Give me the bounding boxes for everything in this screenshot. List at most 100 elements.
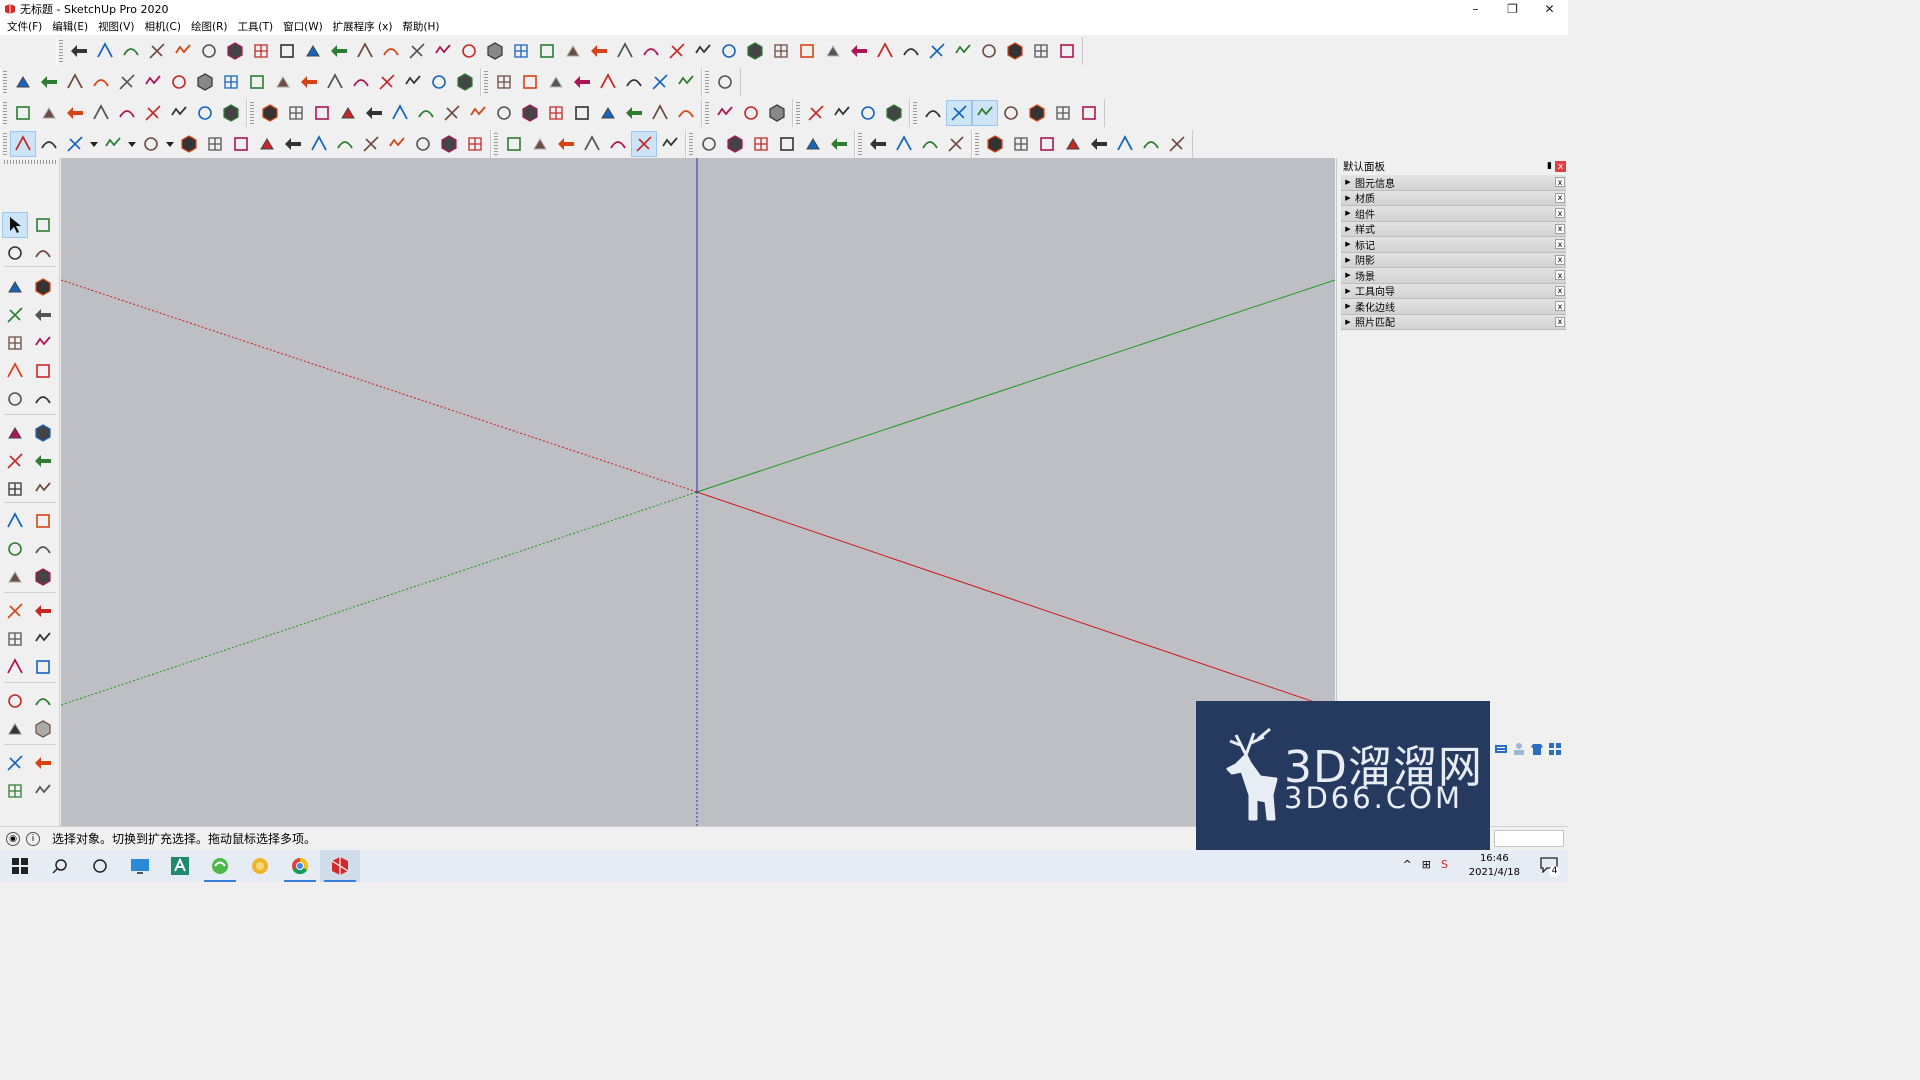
menu-edit[interactable]: 编辑(E) xyxy=(47,19,93,34)
select-tool-icon[interactable] xyxy=(2,212,28,238)
arrow-tool-icon[interactable] xyxy=(586,38,612,64)
line-tool-icon[interactable] xyxy=(62,69,88,95)
push-tool-icon[interactable] xyxy=(2,716,28,742)
curve-tool-icon[interactable] xyxy=(657,131,683,157)
toolbar-grip[interactable] xyxy=(858,132,862,155)
push-tool-icon[interactable] xyxy=(335,100,361,126)
tray-item-materials[interactable]: ▶ 材质 x xyxy=(1341,190,1566,206)
rect-tool-icon[interactable] xyxy=(1076,100,1102,126)
component-icon[interactable] xyxy=(742,38,768,64)
grid-tool-icon[interactable] xyxy=(248,38,274,64)
line-tool-icon[interactable] xyxy=(88,100,114,126)
tray-item-close-icon[interactable]: x xyxy=(1555,301,1565,311)
circle-tool-icon[interactable] xyxy=(2,386,28,412)
push-tool-icon[interactable] xyxy=(2,274,28,300)
cross-tool-icon[interactable] xyxy=(374,69,400,95)
circle-tool-icon[interactable] xyxy=(976,38,1002,64)
grid-icon[interactable] xyxy=(1548,742,1562,756)
component-icon[interactable] xyxy=(30,716,56,742)
grid-tool-icon[interactable] xyxy=(2,626,28,652)
curve-tool-icon[interactable] xyxy=(140,69,166,95)
arrow-tool-icon[interactable] xyxy=(826,131,852,157)
arc-tool-icon[interactable] xyxy=(88,69,114,95)
minimize-button[interactable]: – xyxy=(1457,0,1494,18)
close-button[interactable]: ✕ xyxy=(1531,0,1568,18)
push-tool-icon[interactable] xyxy=(300,38,326,64)
component-icon[interactable] xyxy=(517,100,543,126)
arc-tool-icon[interactable] xyxy=(30,386,56,412)
tray-item-close-icon[interactable]: x xyxy=(1555,285,1565,296)
keyboard-icon[interactable] xyxy=(1494,742,1508,756)
user-icon[interactable] xyxy=(1512,742,1526,756)
line-tool-icon[interactable] xyxy=(891,131,917,157)
taskbar-app-computer[interactable] xyxy=(120,850,160,882)
curve-tool-icon[interactable] xyxy=(430,38,456,64)
rect-tool-icon[interactable] xyxy=(1054,38,1080,64)
component-icon[interactable] xyxy=(257,100,283,126)
toolbar-grip[interactable] xyxy=(59,39,63,62)
arc-tool-icon[interactable] xyxy=(413,100,439,126)
arc-tool-icon[interactable] xyxy=(332,131,358,157)
circle-tool-icon[interactable] xyxy=(196,38,222,64)
tray-close-button[interactable]: x xyxy=(1555,161,1566,172)
arc-tool-icon[interactable] xyxy=(673,100,699,126)
circle-tool-icon[interactable] xyxy=(192,100,218,126)
curve-tool-icon[interactable] xyxy=(400,69,426,95)
circle-tool-icon[interactable] xyxy=(2,240,28,266)
tray-item-tags[interactable]: ▶ 标记 x xyxy=(1341,237,1566,253)
grid-tool-icon[interactable] xyxy=(202,131,228,157)
component-icon[interactable] xyxy=(1024,100,1050,126)
rect-tool-icon[interactable] xyxy=(10,100,36,126)
circle-tool-icon[interactable] xyxy=(855,100,881,126)
grid-tool-icon[interactable] xyxy=(218,69,244,95)
arc-tool-icon[interactable] xyxy=(114,100,140,126)
component-icon[interactable] xyxy=(30,564,56,590)
arc-tool-icon[interactable] xyxy=(36,131,62,157)
curve-tool-icon[interactable] xyxy=(950,38,976,64)
arrow-tool-icon[interactable] xyxy=(621,100,647,126)
arrow-tool-icon[interactable] xyxy=(30,302,56,328)
push-tool-icon[interactable] xyxy=(527,131,553,157)
circle-tool-icon[interactable] xyxy=(712,69,738,95)
curve-tool-icon[interactable] xyxy=(170,38,196,64)
arrow-tool-icon[interactable] xyxy=(865,131,891,157)
tray-item-scenes[interactable]: ▶ 场景 x xyxy=(1341,268,1566,284)
line-tool-icon[interactable] xyxy=(387,100,413,126)
grid-tool-icon[interactable] xyxy=(508,38,534,64)
menu-file[interactable]: 文件(F) xyxy=(2,19,47,34)
grid-tool-icon[interactable] xyxy=(462,131,488,157)
curve-tool-icon[interactable] xyxy=(384,131,410,157)
toolbar-grip[interactable] xyxy=(494,132,498,155)
cross-tool-icon[interactable] xyxy=(946,99,972,126)
component-icon[interactable] xyxy=(218,100,244,126)
cross-tool-icon[interactable] xyxy=(943,131,969,157)
arc-tool-icon[interactable] xyxy=(920,100,946,126)
grid-tool-icon[interactable] xyxy=(2,476,28,502)
cross-tool-icon[interactable] xyxy=(2,448,28,474)
cross-tool-icon[interactable] xyxy=(1164,131,1190,157)
line-tool-icon[interactable] xyxy=(2,654,28,680)
restore-button[interactable]: ❐ xyxy=(1494,0,1531,18)
grid-tool-icon[interactable] xyxy=(748,131,774,157)
toolbar-grip[interactable] xyxy=(913,101,917,124)
curve-tool-icon[interactable] xyxy=(972,99,998,126)
grid-tool-icon[interactable] xyxy=(2,778,28,804)
tray-item-close-icon[interactable]: x xyxy=(1555,208,1565,218)
start-button[interactable] xyxy=(0,850,40,882)
line-tool-icon[interactable] xyxy=(322,69,348,95)
circle-tool-icon[interactable] xyxy=(2,688,28,714)
tray-item-close-icon[interactable]: x xyxy=(1555,254,1565,265)
push-tool-icon[interactable] xyxy=(10,69,36,95)
line-tool-icon[interactable] xyxy=(352,38,378,64)
rect-tool-icon[interactable] xyxy=(517,69,543,95)
arc-tool-icon[interactable] xyxy=(378,38,404,64)
menu-window[interactable]: 窗口(W) xyxy=(278,19,328,34)
line-tool-icon[interactable] xyxy=(2,358,28,384)
menu-tools[interactable]: 工具(T) xyxy=(232,19,278,34)
push-tool-icon[interactable] xyxy=(36,100,62,126)
tray-item-styles[interactable]: ▶ 样式 x xyxy=(1341,221,1566,237)
arrow-tool-icon[interactable] xyxy=(30,598,56,624)
rect-tool-icon[interactable] xyxy=(774,131,800,157)
component-icon[interactable] xyxy=(764,100,790,126)
arc-tool-icon[interactable] xyxy=(30,688,56,714)
